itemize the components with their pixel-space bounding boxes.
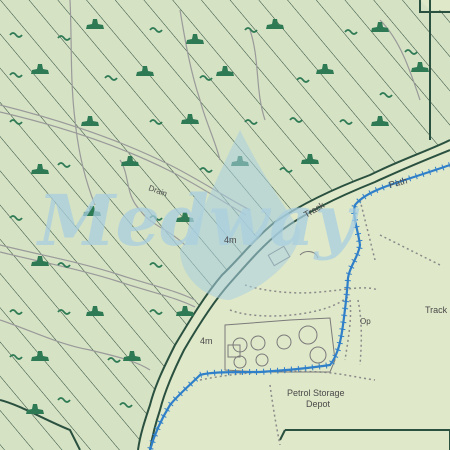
map-canvas[interactable]: Medway Track Track Path 4m 4m Petrol Sto… xyxy=(0,0,450,450)
map-svg: Medway Track Track Path 4m 4m Petrol Sto… xyxy=(0,0,450,450)
label-misc: Op xyxy=(360,317,371,326)
label-spot-height-1: 4m xyxy=(224,235,237,245)
label-depot-line1: Petrol Storage xyxy=(287,388,345,398)
label-spot-height-2: 4m xyxy=(200,336,213,346)
label-track-2: Track xyxy=(425,305,448,315)
label-depot-line2: Depot xyxy=(306,399,331,409)
watermark-text: Medway xyxy=(36,179,360,262)
